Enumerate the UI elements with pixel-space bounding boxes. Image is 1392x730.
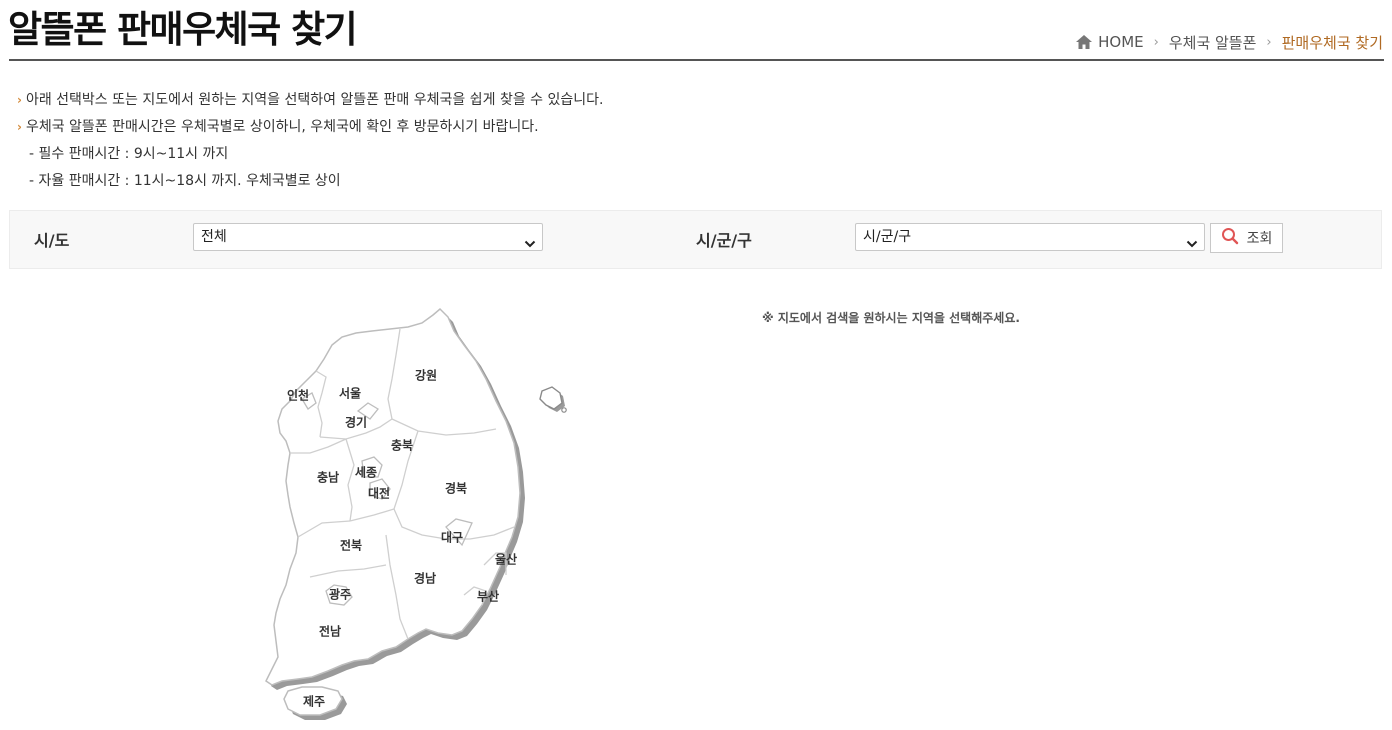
chevron-right-icon: › <box>1266 34 1272 50</box>
region-chungbuk[interactable]: 충북 <box>391 437 413 454</box>
map-hint: ※ 지도에서 검색을 원하시는 지역을 선택해주세요. <box>762 311 1020 325</box>
region-gwangju[interactable]: 광주 <box>329 586 351 603</box>
region-incheon[interactable]: 인천 <box>287 387 309 404</box>
region-jeju[interactable]: 제주 <box>303 693 325 710</box>
region-chungnam[interactable]: 충남 <box>317 469 339 486</box>
sido-select[interactable]: 전체 <box>193 223 543 251</box>
chevron-down-icon <box>524 232 536 258</box>
region-gyeongbuk[interactable]: 경북 <box>445 480 467 497</box>
breadcrumb: HOME › 우체국 알뜰폰 › 판매우체국 찾기 <box>1075 30 1383 54</box>
page-title: 알뜰폰 판매우체국 찾기 <box>8 8 358 51</box>
region-gyeongnam[interactable]: 경남 <box>414 570 436 587</box>
search-panel: 시/도 전체 시/군/구 시/군/구 조회 <box>9 210 1382 269</box>
search-icon <box>1221 227 1239 249</box>
region-daegu[interactable]: 대구 <box>441 529 463 546</box>
title-divider <box>9 59 1384 61</box>
region-sejong[interactable]: 세종 <box>355 464 377 481</box>
note-subitem: - 자율 판매시간 : 11시~18시 까지. 우체국별로 상이 <box>29 173 341 189</box>
breadcrumb-home[interactable]: HOME <box>1098 33 1144 51</box>
chevron-right-icon: › <box>1153 34 1159 50</box>
region-busan[interactable]: 부산 <box>477 588 499 605</box>
note-item: › 우체국 알뜰폰 판매시간은 우체국별로 상이하니, 우체국에 확인 후 방문하… <box>17 119 539 135</box>
note-item: › 아래 선택박스 또는 지도에서 원하는 지역을 선택하여 알뜰폰 판매 우체국… <box>17 92 604 108</box>
breadcrumb-current: 판매우체국 찾기 <box>1281 33 1383 52</box>
sigungu-label: 시/군/구 <box>696 231 752 250</box>
region-gyeonggi[interactable]: 경기 <box>345 414 367 431</box>
note-subitem: - 필수 판매시간 : 9시~11시 까지 <box>29 146 229 162</box>
sido-label: 시/도 <box>34 231 70 250</box>
region-jeonnam[interactable]: 전남 <box>319 623 341 640</box>
home-icon[interactable] <box>1075 34 1093 50</box>
region-daejeon[interactable]: 대전 <box>368 485 390 502</box>
sigungu-select[interactable]: 시/군/구 <box>855 223 1205 251</box>
korea-map: 인천 서울 경기 강원 충북 충남 세종 대전 경북 대구 전북 울산 경남 부… <box>250 295 580 730</box>
region-jeonbuk[interactable]: 전북 <box>340 537 362 554</box>
bullet-icon: › <box>17 120 22 134</box>
korea-map-graphic <box>265 307 567 720</box>
region-gangwon[interactable]: 강원 <box>415 367 437 384</box>
chevron-down-icon <box>1186 232 1198 258</box>
bullet-icon: › <box>17 93 22 107</box>
region-seoul[interactable]: 서울 <box>339 385 361 402</box>
search-button[interactable]: 조회 <box>1210 223 1283 253</box>
breadcrumb-level1[interactable]: 우체국 알뜰폰 <box>1169 32 1257 53</box>
notes: › 아래 선택박스 또는 지도에서 원하는 지역을 선택하여 알뜰폰 판매 우체국… <box>17 88 603 196</box>
region-ulsan[interactable]: 울산 <box>495 551 517 568</box>
